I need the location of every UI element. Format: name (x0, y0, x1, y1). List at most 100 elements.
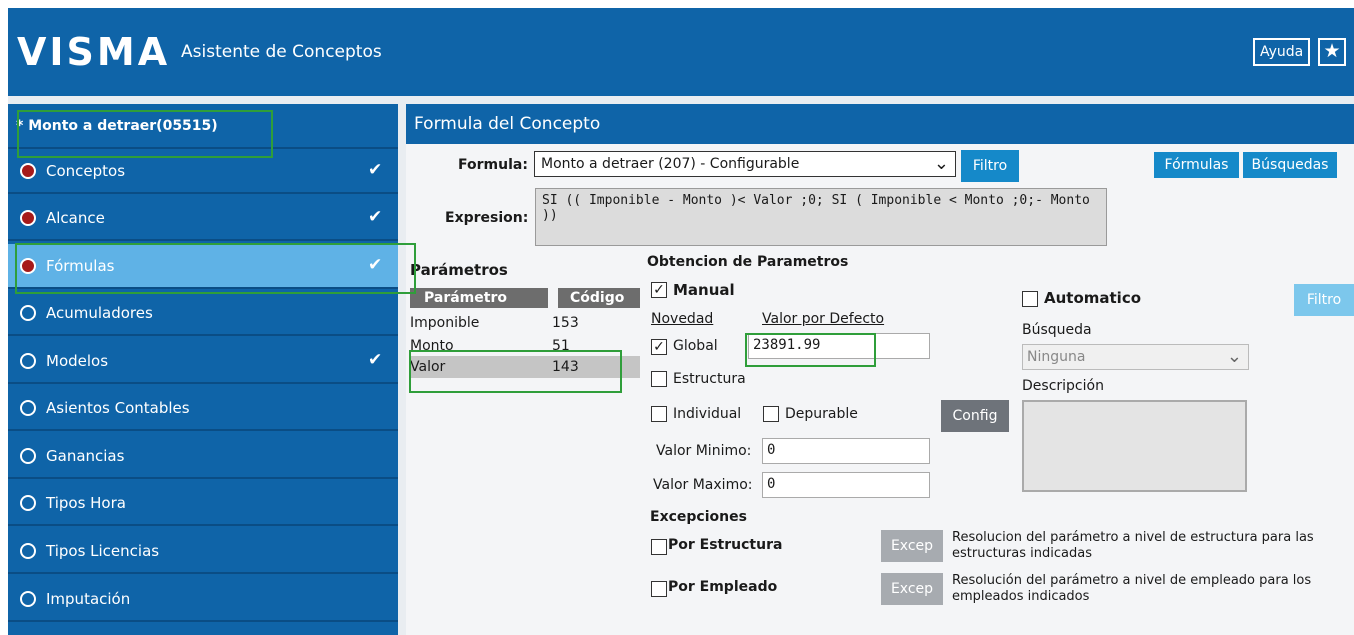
status-empty-icon (20, 305, 36, 321)
sidebar-item-tipos-hora[interactable]: Tipos Hora (8, 481, 398, 526)
formulas-button[interactable]: Fórmulas (1154, 152, 1239, 178)
por-estructura-checkbox[interactable] (651, 539, 667, 555)
sidebar-item-tipos-licencias[interactable]: Tipos Licencias (8, 529, 398, 574)
main-header: Formula del Concepto (406, 104, 1354, 144)
global-checkbox[interactable]: ✓ (651, 339, 667, 355)
checkmark-icon: ✔ (368, 350, 383, 370)
col-codigo: Código (570, 290, 625, 306)
sidebar-item-label: Fórmulas (46, 257, 115, 275)
status-filled-icon (20, 258, 36, 274)
sidebar-item-label: Acumuladores (46, 304, 153, 322)
sidebar-item-imputacion[interactable]: Imputación (8, 577, 398, 622)
excepciones-title: Excepciones (650, 509, 747, 525)
status-filled-icon (20, 210, 36, 226)
por-empleado-label: Por Empleado (668, 579, 778, 595)
obtencion-title: Obtencion de Parametros (647, 254, 849, 270)
header-divider (8, 96, 1354, 104)
param-code: 143 (552, 359, 579, 375)
valor-minimo-input[interactable]: 0 (762, 438, 930, 464)
automatico-label: Automatico (1044, 289, 1142, 307)
sidebar-item-label: Asientos Contables (46, 399, 190, 417)
formula-select[interactable]: Monto a detraer (207) - Configurable ⌄ (534, 151, 956, 177)
global-label: Global (673, 338, 718, 354)
sidebar-item-modelos[interactable]: Modelos ✔ (8, 339, 398, 384)
star-icon[interactable]: ★ (1318, 38, 1346, 66)
sidebar-item-conceptos[interactable]: Conceptos ✔ (8, 149, 398, 194)
help-button[interactable]: Ayuda (1253, 38, 1311, 66)
excep-estructura-desc-1: Resolucion del parámetro a nivel de estr… (952, 530, 1314, 545)
sidebar: * Monto a detraer(05515) Conceptos ✔ Alc… (8, 104, 398, 635)
status-empty-icon (20, 353, 36, 369)
sidebar-item-ganancias[interactable]: Ganancias (8, 434, 398, 479)
sidebar-item-label: Conceptos (46, 162, 126, 180)
checkmark-icon: ✔ (368, 255, 383, 275)
excep-estructura-desc-2: estructuras indicadas (952, 546, 1092, 561)
depurable-checkbox[interactable] (763, 406, 779, 422)
excep-empleado-button[interactable]: Excep (881, 573, 943, 605)
automatico-checkbox[interactable] (1022, 291, 1038, 307)
descripcion-label: Descripción (1022, 378, 1104, 394)
estructura-checkbox[interactable] (651, 371, 667, 387)
busqueda-select-value: Ninguna (1027, 349, 1086, 365)
sidebar-item-label: Tipos Licencias (46, 542, 160, 560)
sidebar-item-alcance[interactable]: Alcance ✔ (8, 196, 398, 241)
status-empty-icon (20, 591, 36, 607)
status-empty-icon (20, 448, 36, 464)
params-table-header: Parámetro Código (410, 288, 640, 308)
valor-maximo-input[interactable]: 0 (762, 472, 930, 498)
table-row[interactable]: Imponible 153 (410, 312, 640, 334)
por-estructura-label: Por Estructura (668, 537, 783, 553)
individual-checkbox[interactable] (651, 406, 667, 422)
estructura-label: Estructura (673, 371, 746, 387)
busqueda-select[interactable]: Ninguna ⌄ (1022, 344, 1249, 370)
sidebar-item-label: Alcance (46, 209, 105, 227)
parametros-title: Parámetros (410, 261, 508, 279)
sidebar-item-acumuladores[interactable]: Acumuladores (8, 291, 398, 336)
sidebar-item-formulas[interactable]: Fórmulas ✔ (8, 244, 398, 289)
param-name: Monto (410, 338, 454, 354)
sidebar-item-label: Modelos (46, 352, 109, 370)
formula-label: Formula: (458, 157, 528, 173)
table-row[interactable]: Monto 51 (410, 335, 640, 357)
visma-logo: VISMA (17, 30, 171, 74)
status-empty-icon (20, 400, 36, 416)
busquedas-button[interactable]: Búsquedas (1243, 152, 1337, 178)
expresion-label: Expresion: (445, 210, 529, 226)
chevron-down-icon: ⌄ (933, 153, 949, 174)
status-empty-icon (20, 543, 36, 559)
formula-select-value: Monto a detraer (207) - Configurable (541, 156, 800, 172)
sidebar-concept-title: * Monto a detraer(05515) (8, 104, 398, 149)
sidebar-item-label: Tipos Hora (46, 494, 126, 512)
param-name: Valor (410, 359, 446, 375)
chevron-down-icon: ⌄ (1226, 346, 1242, 367)
excep-empleado-desc-1: Resolución del parámetro a nivel de empl… (952, 573, 1312, 588)
col-parametro: Parámetro (424, 290, 507, 306)
table-row-selected[interactable]: Valor 143 (410, 356, 640, 378)
sidebar-item-label: Imputación (46, 590, 131, 608)
sidebar-item-label: Ganancias (46, 447, 125, 465)
filtro-button[interactable]: Filtro (961, 150, 1019, 182)
app-title: Asistente de Conceptos (181, 42, 382, 62)
sidebar-item-asientos-contables[interactable]: Asientos Contables (8, 386, 398, 431)
header-separator (548, 288, 558, 308)
valor-defecto-input[interactable]: 23891.99 (748, 333, 930, 359)
valor-maximo-label: Valor Maximo: (653, 477, 753, 493)
manual-checkbox[interactable]: ✓ (651, 282, 667, 298)
filtro-automatico-button[interactable]: Filtro (1294, 284, 1354, 316)
status-filled-icon (20, 163, 36, 179)
config-button[interactable]: Config (941, 400, 1009, 432)
concept-name: * Monto a detraer(05515) (16, 117, 218, 134)
param-code: 51 (552, 338, 570, 354)
valor-defecto-label: Valor por Defecto (762, 311, 885, 327)
manual-label: Manual (673, 281, 735, 299)
excep-estructura-button[interactable]: Excep (881, 530, 943, 562)
depurable-label: Depurable (785, 406, 858, 422)
expresion-box: SI (( Imponible - Monto )< Valor ;0; SI … (535, 188, 1107, 246)
descripcion-box[interactable] (1022, 400, 1247, 492)
por-empleado-checkbox[interactable] (651, 581, 667, 597)
panel-divider (398, 104, 406, 635)
app-header: VISMA Asistente de Conceptos Ayuda ★ (8, 8, 1354, 96)
status-empty-icon (20, 495, 36, 511)
valor-minimo-label: Valor Minimo: (656, 443, 752, 459)
novedad-label: Novedad (651, 311, 714, 327)
